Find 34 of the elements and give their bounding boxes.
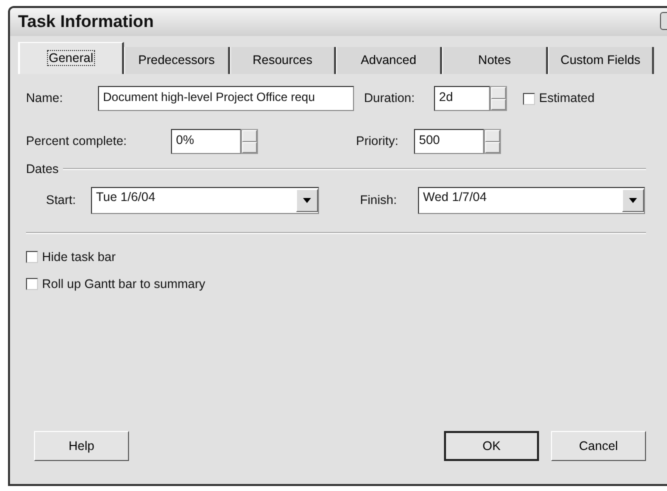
spin-button[interactable] — [241, 129, 258, 154]
percent-complete-field[interactable]: 0% — [171, 129, 241, 154]
tab[interactable]: Notes — [442, 47, 548, 74]
tab[interactable]: General — [18, 42, 124, 74]
dialog-button[interactable]: Help — [34, 431, 129, 462]
field-label: Name: — [26, 90, 64, 108]
checkbox[interactable] — [26, 251, 38, 264]
field-label: Percent complete: — [26, 133, 128, 150]
priority-field[interactable]: 500 — [414, 129, 484, 154]
tab[interactable]: Advanced — [336, 47, 442, 74]
field-label: Finish: — [360, 192, 398, 209]
duration-field[interactable]: 2d — [434, 86, 490, 111]
spin-button[interactable] — [490, 86, 507, 111]
dropdown-value: Wed 1/7/04 — [423, 188, 487, 206]
dialog-button[interactable]: Cancel — [551, 431, 646, 462]
checkbox-label: Estimated — [539, 90, 595, 108]
tab[interactable]: Custom Fields — [548, 47, 654, 74]
checkbox[interactable] — [26, 278, 38, 290]
group-label: Dates — [26, 161, 59, 178]
tab[interactable]: Predecessors — [124, 47, 230, 74]
dropdown-value: Tue 1/6/04 — [96, 188, 156, 206]
name-field[interactable]: Document high-level Project Office requ — [98, 86, 354, 111]
dialog-button[interactable]: OK — [444, 431, 539, 462]
spin-button[interactable] — [484, 129, 501, 154]
tab[interactable]: Resources — [230, 47, 336, 74]
checkbox[interactable] — [523, 92, 535, 104]
field-label: Duration: — [364, 90, 416, 108]
field-label: Priority: — [356, 133, 400, 150]
checkbox-label: Roll up Gantt bar to summary — [42, 276, 206, 293]
window-title: Task Information — [18, 11, 154, 34]
checkbox-label: Hide task bar — [42, 248, 116, 266]
start-date-dropdown[interactable]: Tue 1/6/04 — [91, 186, 319, 214]
finish-date-dropdown[interactable]: Wed 1/7/04 — [418, 186, 645, 214]
field-label: Start: — [46, 192, 77, 209]
